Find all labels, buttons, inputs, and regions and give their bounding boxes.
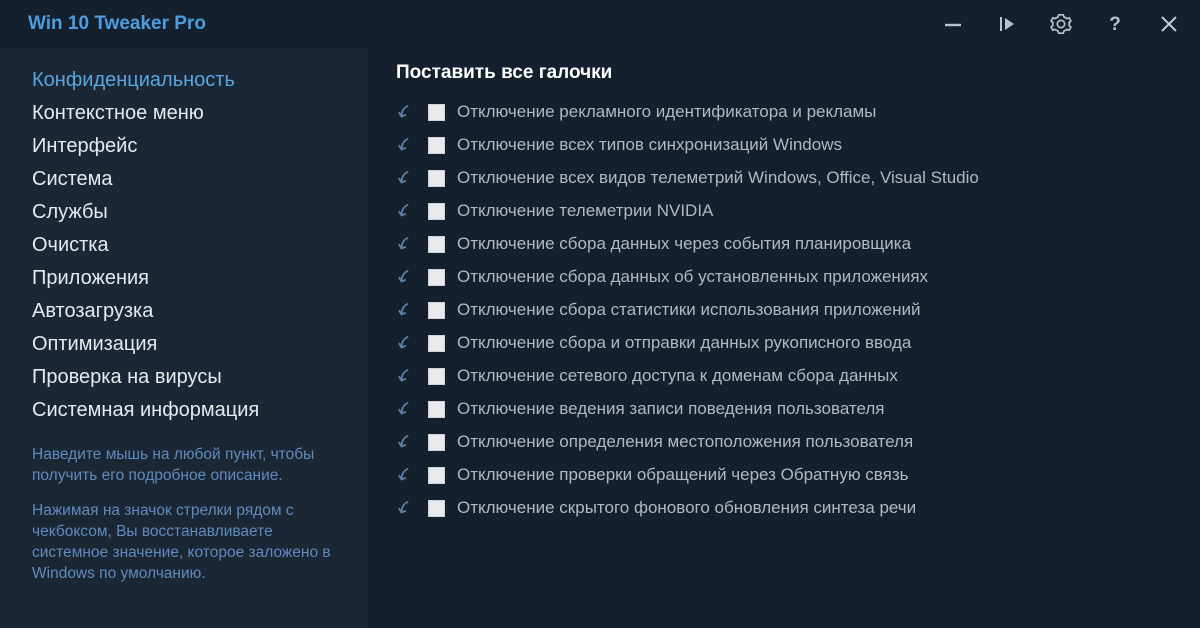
body: КонфиденциальностьКонтекстное менюИнтерф… [0, 48, 1200, 628]
tweak-row: Отключение сбора данных через события пл… [396, 234, 1180, 254]
tweak-label: Отключение определения местоположения по… [457, 432, 913, 452]
sidebar-item-6[interactable]: Приложения [32, 262, 346, 295]
tweak-checkbox[interactable] [428, 500, 445, 517]
restore-default-icon[interactable] [396, 333, 416, 353]
tweak-row: Отключение сетевого доступа к доменам сб… [396, 366, 1180, 386]
app-title: Win 10 Tweaker Pro [28, 13, 206, 35]
tweak-checkbox[interactable] [428, 368, 445, 385]
tweak-row: Отключение скрытого фонового обновления … [396, 498, 1180, 518]
restore-default-icon[interactable] [396, 168, 416, 188]
tweak-row: Отключение всех типов синхронизаций Wind… [396, 135, 1180, 155]
hint-text-2: Нажимая на значок стрелки рядом с чекбок… [32, 501, 346, 585]
tweak-checkbox[interactable] [428, 236, 445, 253]
restore-default-icon[interactable] [396, 267, 416, 287]
tweak-row: Отключение проверки обращений через Обра… [396, 465, 1180, 485]
window-controls: ? [940, 11, 1182, 37]
tweak-checkbox[interactable] [428, 269, 445, 286]
sidebar-item-0[interactable]: Конфиденциальность [32, 64, 346, 97]
tweak-label: Отключение рекламного идентификатора и р… [457, 102, 876, 122]
restore-default-icon[interactable] [396, 201, 416, 221]
tweak-label: Отключение сбора и отправки данных рукоп… [457, 333, 911, 353]
tweak-label: Отключение проверки обращений через Обра… [457, 465, 909, 485]
tweak-checkbox[interactable] [428, 203, 445, 220]
restore-default-icon[interactable] [396, 135, 416, 155]
restore-default-icon[interactable] [396, 432, 416, 452]
restore-default-icon[interactable] [396, 300, 416, 320]
tweak-label: Отключение сбора данных об установленных… [457, 267, 928, 287]
tweak-checkbox[interactable] [428, 401, 445, 418]
tweak-label: Отключение скрытого фонового обновления … [457, 498, 916, 518]
tweak-row: Отключение определения местоположения по… [396, 432, 1180, 452]
tweak-row: Отключение рекламного идентификатора и р… [396, 102, 1180, 122]
restore-default-icon[interactable] [396, 465, 416, 485]
sidebar-item-2[interactable]: Интерфейс [32, 130, 346, 163]
tweak-checkbox[interactable] [428, 104, 445, 121]
restore-default-icon[interactable] [396, 366, 416, 386]
tweak-label: Отключение всех типов синхронизаций Wind… [457, 135, 842, 155]
tweak-checkbox[interactable] [428, 137, 445, 154]
tweak-row: Отключение всех видов телеметрий Windows… [396, 168, 1180, 188]
nav-list: КонфиденциальностьКонтекстное менюИнтерф… [32, 64, 346, 427]
tweak-checkbox[interactable] [428, 302, 445, 319]
restore-default-icon[interactable] [396, 498, 416, 518]
play-button[interactable] [994, 11, 1020, 37]
sidebar-item-7[interactable]: Автозагрузка [32, 295, 346, 328]
restore-default-icon[interactable] [396, 102, 416, 122]
sidebar-hints: Наведите мышь на любой пункт, чтобы полу… [32, 445, 346, 585]
tweak-row: Отключение сбора статистики использовани… [396, 300, 1180, 320]
sidebar-item-4[interactable]: Службы [32, 196, 346, 229]
main-panel: Поставить все галочки Отключение рекламн… [368, 48, 1200, 628]
tweak-checkbox[interactable] [428, 467, 445, 484]
hint-text-1: Наведите мышь на любой пункт, чтобы полу… [32, 445, 346, 487]
svg-text:?: ? [1109, 14, 1121, 34]
tweak-label: Отключение всех видов телеметрий Windows… [457, 168, 979, 188]
select-all-header[interactable]: Поставить все галочки [396, 62, 1180, 84]
tweak-label: Отключение сетевого доступа к доменам сб… [457, 366, 898, 386]
sidebar-item-8[interactable]: Оптимизация [32, 328, 346, 361]
sidebar-item-1[interactable]: Контекстное меню [32, 97, 346, 130]
help-button[interactable]: ? [1102, 11, 1128, 37]
tweak-label: Отключение сбора данных через события пл… [457, 234, 911, 254]
tweak-checkbox[interactable] [428, 335, 445, 352]
minimize-button[interactable] [940, 11, 966, 37]
sidebar: КонфиденциальностьКонтекстное менюИнтерф… [0, 48, 368, 628]
tweak-label: Отключение сбора статистики использовани… [457, 300, 921, 320]
tweak-checkbox[interactable] [428, 434, 445, 451]
restore-default-icon[interactable] [396, 399, 416, 419]
sidebar-item-3[interactable]: Система [32, 163, 346, 196]
tweak-label: Отключение ведения записи поведения поль… [457, 399, 885, 419]
settings-button[interactable] [1048, 11, 1074, 37]
tweak-label: Отключение телеметрии NVIDIA [457, 201, 713, 221]
tweak-checkbox[interactable] [428, 170, 445, 187]
close-button[interactable] [1156, 11, 1182, 37]
tweak-row: Отключение ведения записи поведения поль… [396, 399, 1180, 419]
sidebar-item-10[interactable]: Системная информация [32, 394, 346, 427]
sidebar-item-9[interactable]: Проверка на вирусы [32, 361, 346, 394]
tweak-row: Отключение сбора и отправки данных рукоп… [396, 333, 1180, 353]
sidebar-item-5[interactable]: Очистка [32, 229, 346, 262]
tweak-row: Отключение сбора данных об установленных… [396, 267, 1180, 287]
tweak-list: Отключение рекламного идентификатора и р… [396, 102, 1180, 518]
titlebar: Win 10 Tweaker Pro ? [0, 0, 1200, 48]
tweak-row: Отключение телеметрии NVIDIA [396, 201, 1180, 221]
restore-default-icon[interactable] [396, 234, 416, 254]
